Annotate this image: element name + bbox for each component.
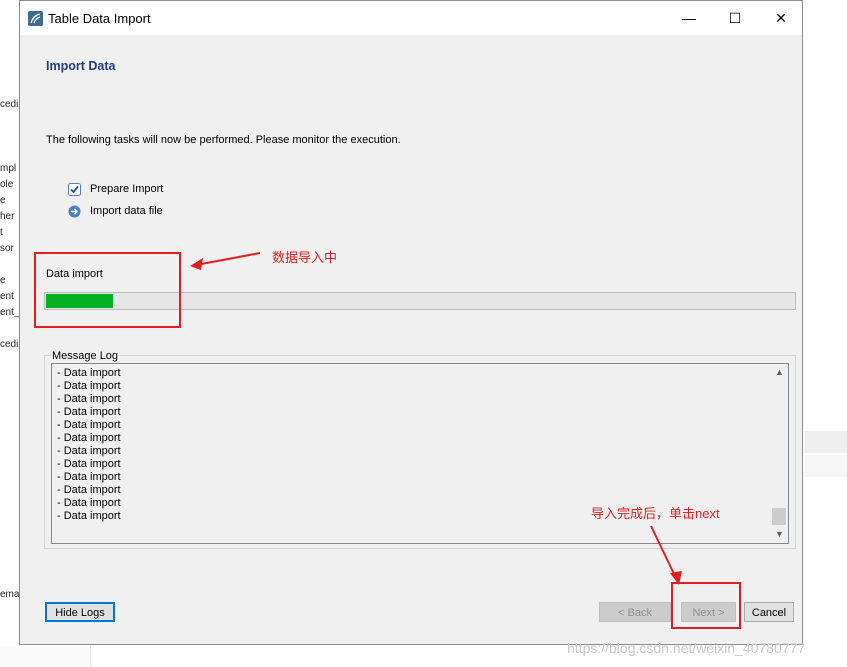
annotation-arrow-icon — [650, 525, 677, 579]
annotation-arrowhead-icon — [190, 258, 203, 270]
annotation-arrow-icon — [195, 252, 261, 266]
annotation-arrows — [190, 252, 682, 585]
watermark: https://blog.csdn.net/weixin_40780777 — [567, 640, 806, 656]
annotation-arrowhead-icon — [670, 571, 682, 585]
